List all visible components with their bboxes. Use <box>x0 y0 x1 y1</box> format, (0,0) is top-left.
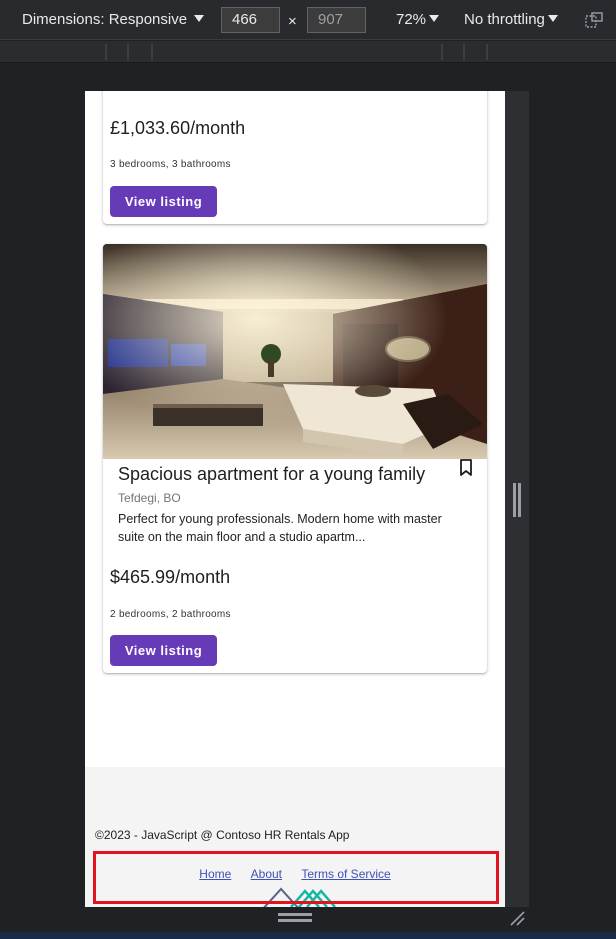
listing-card: Spacious apartment for a young family Te… <box>103 244 487 673</box>
width-input[interactable]: 466 <box>221 7 280 33</box>
bookmark-icon[interactable] <box>459 459 473 477</box>
listing-card: £1,033.60/month 3 bedrooms, 3 bathrooms … <box>103 91 487 224</box>
zoom-dropdown[interactable]: 72% <box>396 11 440 28</box>
resize-handle-icon[interactable] <box>509 910 525 926</box>
listing-title[interactable]: Spacious apartment for a young family <box>118 464 425 485</box>
emulated-viewport: £1,033.60/month 3 bedrooms, 3 bathrooms … <box>85 91 505 907</box>
resize-handle-icon[interactable] <box>513 483 521 517</box>
listing-price: $465.99/month <box>110 567 231 587</box>
bottom-strip <box>0 932 616 939</box>
height-input[interactable]: 907 <box>307 7 366 33</box>
footer-link-terms[interactable]: Terms of Service <box>301 867 390 881</box>
zoom-label: 72% <box>396 11 427 28</box>
resize-handle-icon[interactable] <box>278 913 312 925</box>
throttling-dropdown[interactable]: No throttling <box>464 11 558 28</box>
footer-link-about[interactable]: About <box>251 867 282 881</box>
listing-price: £1,033.60/month <box>110 118 246 138</box>
dimensions-label: Dimensions: Responsive <box>22 11 188 28</box>
devtools-toolbar: Dimensions: Responsive 466 × 907 72% No … <box>0 0 616 40</box>
dimensions-dropdown[interactable]: Dimensions: Responsive <box>22 11 205 28</box>
throttling-label: No throttling <box>464 11 545 28</box>
footer-link-home[interactable]: Home <box>199 867 231 881</box>
rotate-icon[interactable] <box>585 12 603 28</box>
caret-down-icon <box>547 14 558 22</box>
listing-rooms: 3 bedrooms, 3 bathrooms <box>110 159 231 170</box>
listing-rooms: 2 bedrooms, 2 bathrooms <box>110 609 231 620</box>
listing-description: Perfect for young professionals. Modern … <box>118 512 442 544</box>
caret-down-icon <box>194 14 205 22</box>
media-query-ruler <box>0 41 616 63</box>
listing-location: Tefdegi, BO <box>118 491 181 505</box>
footer-links: Home About Terms of Service <box>85 867 505 881</box>
caret-down-icon <box>429 14 440 22</box>
view-listing-button[interactable]: View listing <box>110 635 217 666</box>
logo-mountains-icon <box>263 887 336 907</box>
listing-photo <box>103 244 487 459</box>
page-footer: ©2023 - JavaScript @ Contoso HR Rentals … <box>85 767 505 907</box>
times-symbol: × <box>288 13 297 30</box>
copyright-text: ©2023 - JavaScript @ Contoso HR Rentals … <box>95 828 350 842</box>
view-listing-button[interactable]: View listing <box>110 186 217 217</box>
